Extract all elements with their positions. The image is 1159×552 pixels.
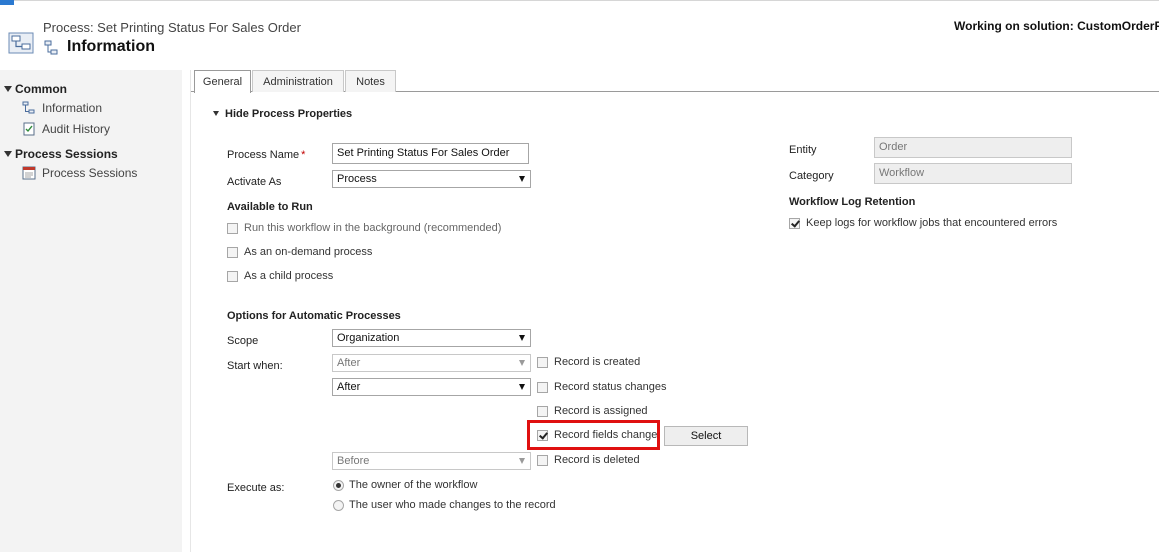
sidebar-group-process-sessions[interactable]: Process Sessions: [4, 147, 118, 161]
page-header: Process: Set Printing Status For Sales O…: [0, 4, 1159, 68]
category-field: Workflow: [874, 163, 1072, 184]
record-subtitle: Process: Set Printing Status For Sales O…: [43, 20, 301, 35]
process-name-label: Process Name *: [227, 149, 306, 161]
checkbox-box: [537, 454, 548, 466]
sidebar-item-information[interactable]: Information: [22, 101, 102, 115]
collapse-triangle-icon: [213, 111, 219, 116]
checkbox-box: [227, 270, 238, 282]
scope-label: Scope: [227, 335, 259, 347]
checkbox-box: [227, 222, 238, 234]
keep-logs-checkbox[interactable]: Keep logs for workflow jobs that encount…: [789, 217, 1057, 229]
record-status-checkbox[interactable]: Record status changes: [537, 381, 667, 393]
record-fields-checkbox[interactable]: Record fields change: [537, 429, 657, 441]
record-deleted-checkbox[interactable]: Record is deleted: [537, 454, 640, 466]
dropdown-arrow-icon: [519, 384, 525, 390]
workflow-log-heading: Workflow Log Retention: [789, 196, 916, 208]
category-label: Category: [789, 170, 834, 182]
radio-button: [333, 479, 344, 491]
form-content: General Administration Notes Hide Proces…: [190, 70, 1159, 552]
dropdown-arrow-icon: [519, 360, 525, 366]
start-created-select[interactable]: After: [332, 354, 531, 372]
sidebar: Common Information Audit History Process…: [0, 70, 182, 552]
options-automatic-heading: Options for Automatic Processes: [227, 310, 401, 322]
start-deleted-select[interactable]: Before: [332, 452, 531, 470]
scope-select[interactable]: Organization: [332, 329, 531, 347]
process-name-input[interactable]: Set Printing Status For Sales Order: [332, 143, 529, 164]
audit-icon: [23, 122, 35, 136]
execute-as-label: Execute as:: [227, 482, 285, 494]
entity-label: Entity: [789, 144, 817, 156]
collapse-triangle-icon: [4, 151, 12, 157]
process-icon: [22, 101, 35, 114]
page-title: Information: [67, 38, 155, 55]
dropdown-arrow-icon: [519, 335, 525, 341]
child-process-checkbox[interactable]: As a child process: [227, 270, 333, 282]
checkbox-box: [227, 246, 238, 258]
sessions-icon: [22, 166, 36, 180]
tab-general[interactable]: General: [194, 70, 251, 93]
run-background-checkbox[interactable]: Run this workflow in the background (rec…: [227, 222, 501, 234]
activate-as-select[interactable]: Process: [332, 170, 531, 188]
start-status-select[interactable]: After: [332, 378, 531, 396]
tab-strip: General Administration Notes: [191, 70, 1159, 93]
hide-process-properties-toggle[interactable]: Hide Process Properties: [213, 108, 352, 120]
sidebar-item-process-sessions[interactable]: Process Sessions: [22, 166, 137, 180]
radio-button: [333, 499, 344, 511]
checkbox-box: [789, 217, 800, 229]
execute-user-radio[interactable]: The user who made changes to the record: [333, 499, 556, 511]
sidebar-group-common[interactable]: Common: [4, 82, 67, 96]
tab-notes[interactable]: Notes: [345, 70, 396, 92]
execute-owner-radio[interactable]: The owner of the workflow: [333, 479, 477, 491]
checkbox-box: [537, 405, 548, 417]
process-icon: [44, 40, 58, 55]
available-to-run-heading: Available to Run: [227, 201, 313, 213]
record-assigned-checkbox[interactable]: Record is assigned: [537, 405, 648, 417]
checkbox-box: [537, 356, 548, 368]
dropdown-arrow-icon: [519, 458, 525, 464]
select-fields-button[interactable]: Select: [664, 426, 748, 446]
checkbox-box: [537, 429, 548, 441]
collapse-triangle-icon: [4, 86, 12, 92]
dropdown-arrow-icon: [519, 176, 525, 182]
process-entity-icon: [8, 32, 34, 54]
record-created-checkbox[interactable]: Record is created: [537, 356, 640, 368]
solution-indicator: Working on solution: CustomOrderPrint: [954, 19, 1159, 33]
tab-administration[interactable]: Administration: [252, 70, 344, 92]
activate-as-label: Activate As: [227, 176, 282, 188]
on-demand-checkbox[interactable]: As an on-demand process: [227, 246, 372, 258]
start-when-label: Start when:: [227, 360, 283, 372]
entity-field: Order: [874, 137, 1072, 158]
required-indicator: *: [301, 149, 306, 161]
sidebar-item-audit-history[interactable]: Audit History: [22, 122, 110, 136]
checkbox-box: [537, 381, 548, 393]
